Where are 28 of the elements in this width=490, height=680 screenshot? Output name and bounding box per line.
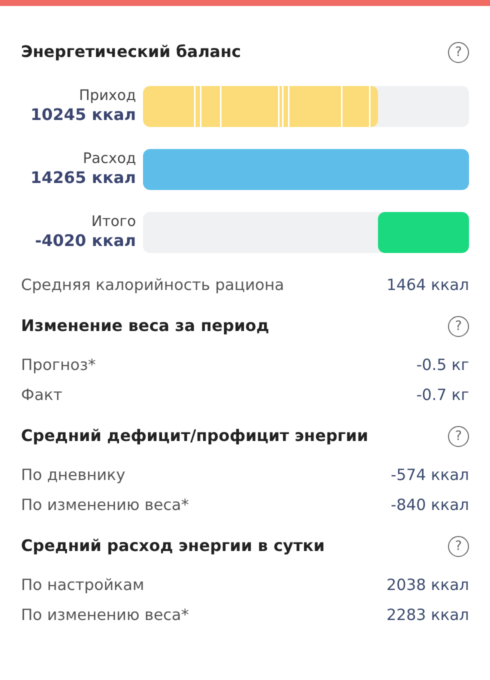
- stat-label: По изменению веса*: [21, 605, 189, 626]
- stat-value: -0.7 кг: [416, 385, 469, 406]
- stat-label: Факт: [21, 385, 62, 406]
- help-icon[interactable]: ?: [448, 316, 469, 336]
- stat-value: -0.5 кг: [416, 355, 469, 376]
- bar-label: Приход: [78, 86, 136, 106]
- stat-value: 2283 ккал: [386, 605, 469, 626]
- stat-label: Средняя калорийность рациона: [21, 275, 284, 296]
- help-icon[interactable]: ?: [448, 536, 469, 556]
- stat-value: 1464 ккал: [386, 275, 469, 296]
- section-title: Средний дефицит/профицит энергии: [21, 425, 368, 447]
- section-title: Средний расход энергии в сутки: [21, 535, 325, 557]
- section-title: Энергетический баланс: [21, 41, 241, 63]
- bar-value: 10245 ккал: [30, 105, 136, 126]
- help-icon[interactable]: ?: [448, 42, 469, 62]
- stat-label: По настройкам: [21, 575, 144, 596]
- help-icon[interactable]: ?: [448, 426, 469, 446]
- bar-label: Итого: [90, 212, 136, 232]
- bar-value: 14265 ккал: [30, 168, 136, 188]
- stat-label: По дневнику: [21, 465, 126, 486]
- stat-label: Прогноз*: [21, 355, 96, 376]
- stat-value: -840 ккал: [390, 495, 469, 516]
- stat-value: 2038 ккал: [386, 575, 469, 596]
- stat-value: -574 ккал: [390, 465, 469, 486]
- bar-value: -4020 ккал: [34, 231, 136, 252]
- stat-label: По изменению веса*: [21, 495, 189, 516]
- section-title: Изменение веса за период: [21, 315, 270, 337]
- bar-label: Расход: [82, 150, 136, 168]
